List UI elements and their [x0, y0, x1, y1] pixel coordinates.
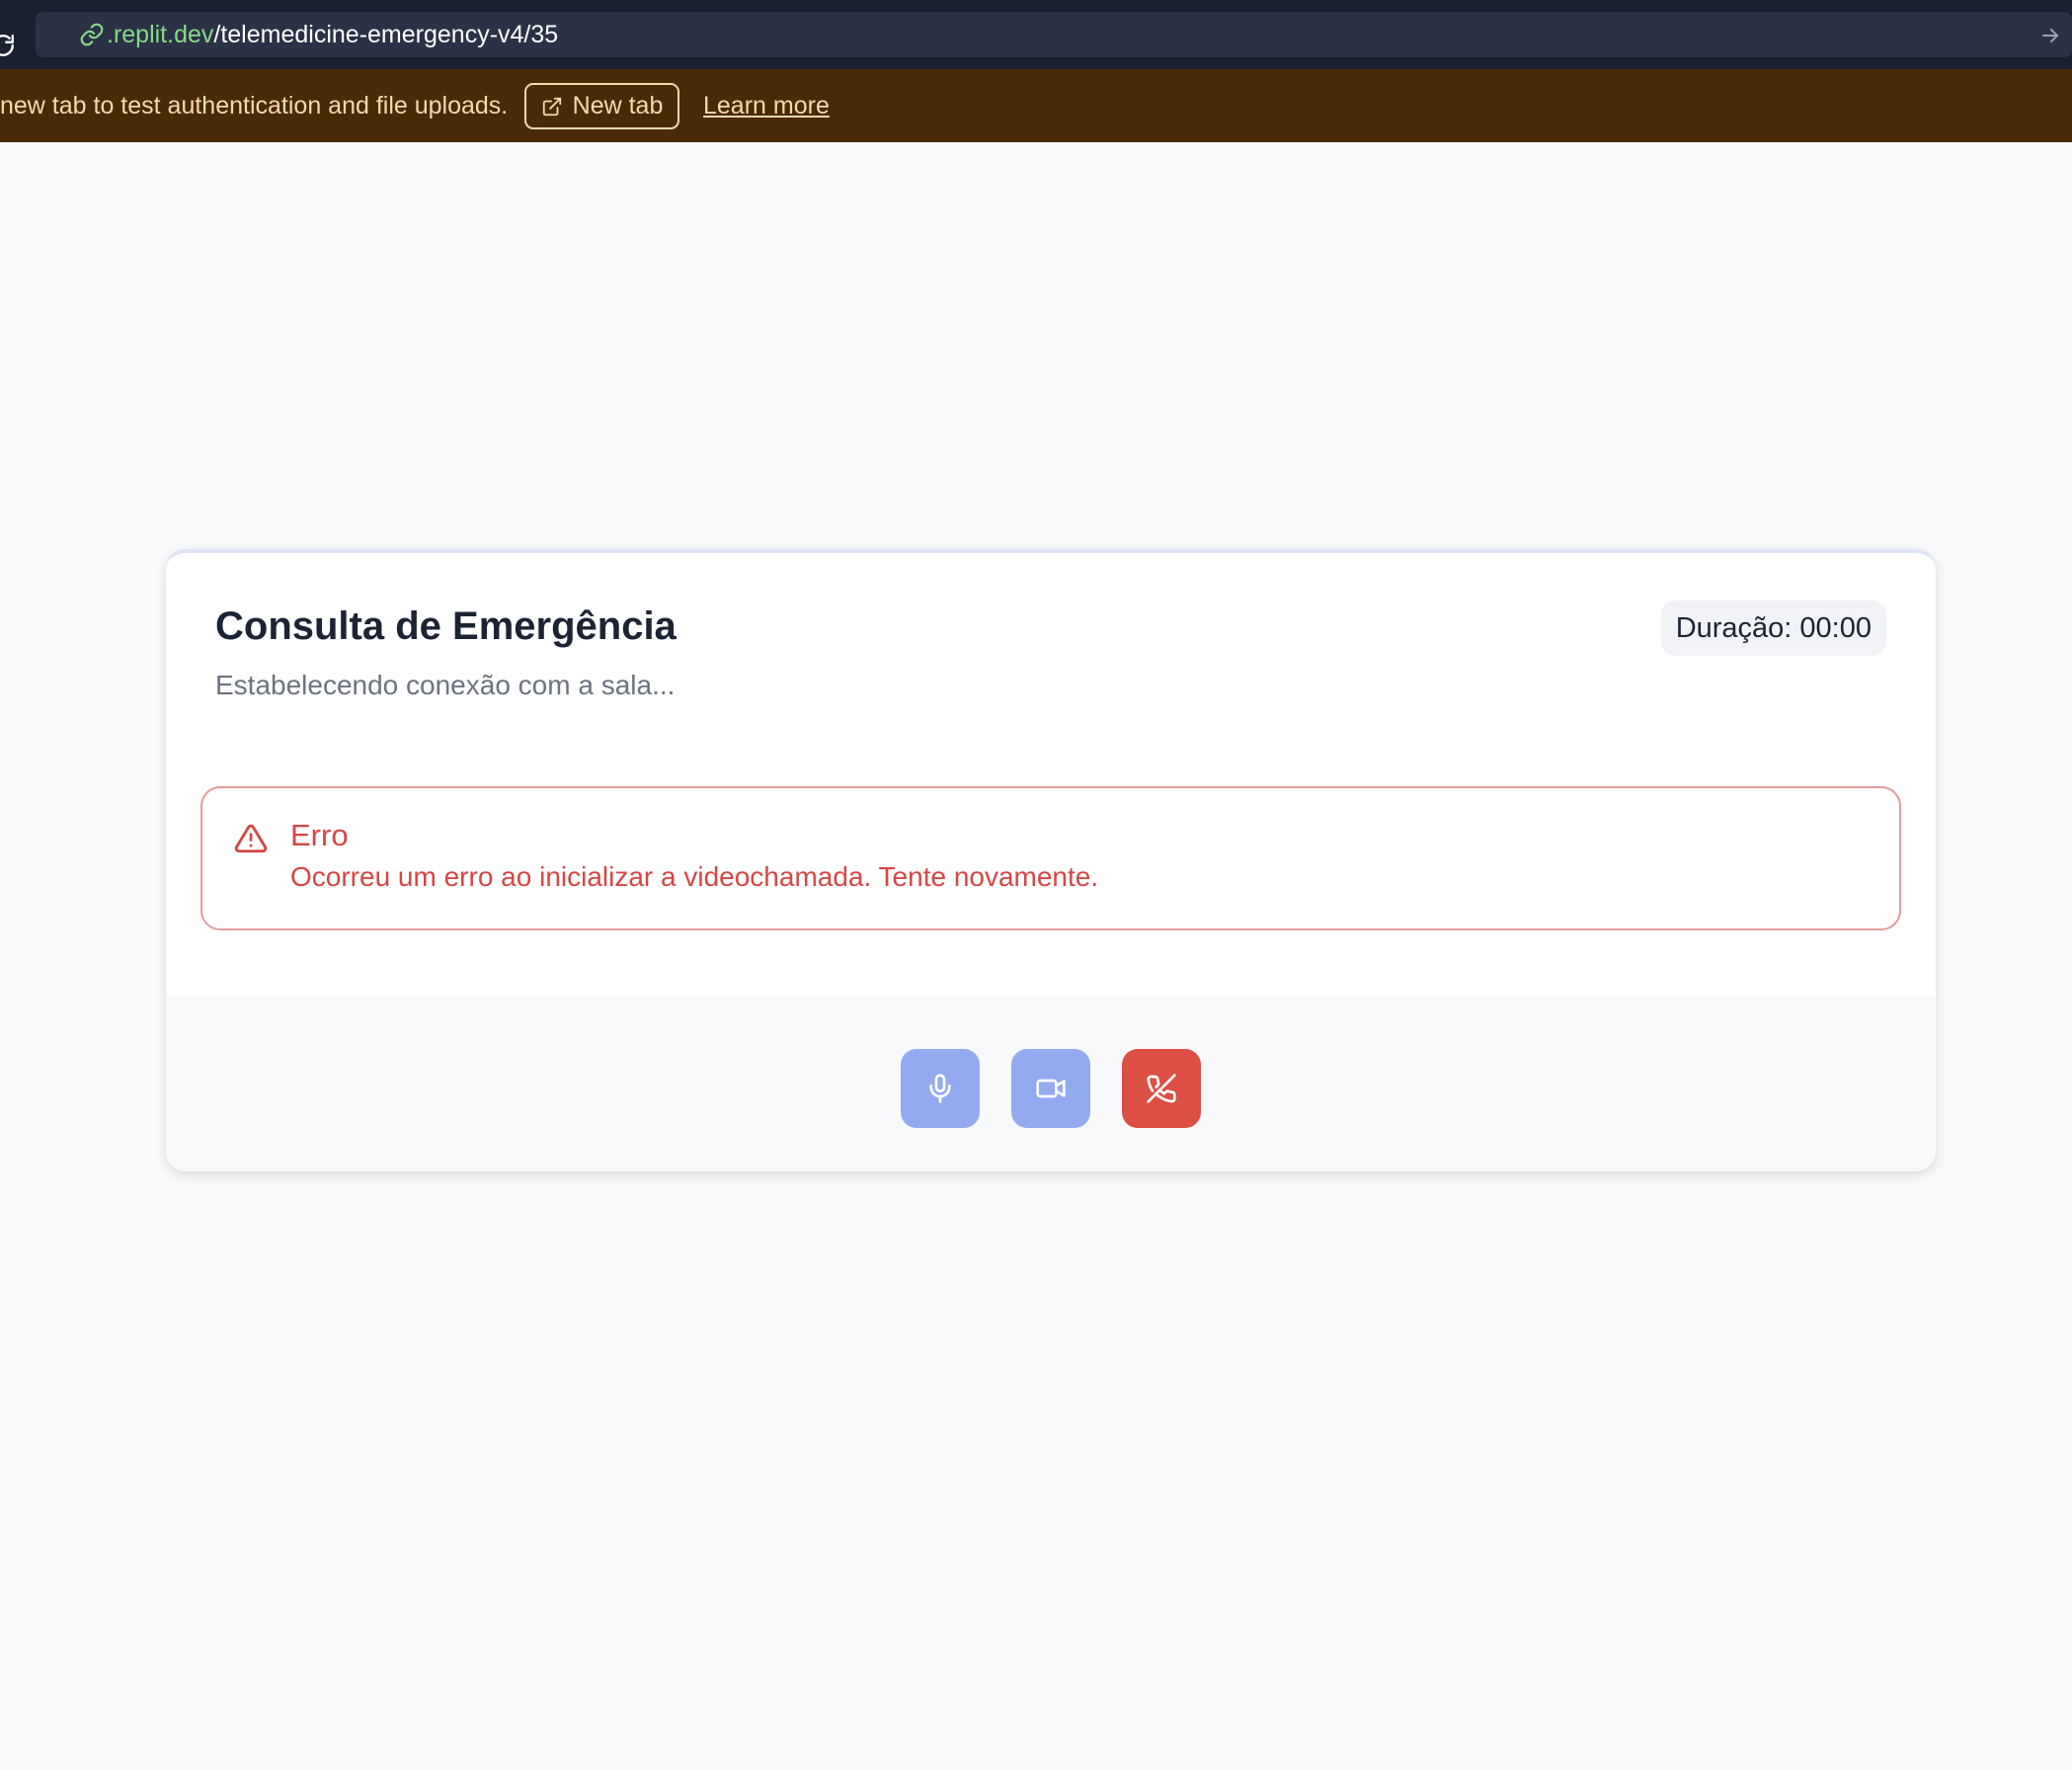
error-title: Erro [290, 818, 349, 852]
url-host: .replit.dev [107, 21, 214, 48]
microphone-icon [929, 1074, 951, 1103]
call-controls [166, 996, 1936, 1171]
camera-button[interactable] [1011, 1049, 1090, 1128]
phone-off-icon [1147, 1074, 1176, 1103]
reload-icon[interactable] [0, 33, 16, 58]
address-bar: .replit.dev/telemedicine-emergency-v4/35 [0, 12, 2072, 69]
dev-banner: new tab to test authentication and file … [0, 69, 2072, 142]
browser-top-strip [0, 0, 2072, 12]
call-card: Consulta de Emergência Estabelecendo con… [166, 549, 1936, 1171]
url-path: /telemedicine-emergency-v4/35 [213, 21, 559, 48]
microphone-button[interactable] [901, 1049, 980, 1128]
external-link-icon [542, 97, 561, 116]
video-camera-icon [1036, 1079, 1066, 1098]
error-message: Ocorreu um erro ao inicializar a videoch… [290, 861, 1099, 892]
end-call-button[interactable] [1122, 1049, 1201, 1128]
error-alert: Erro Ocorreu um erro ao inicializar a vi… [200, 786, 1901, 930]
arrow-right-icon[interactable] [2038, 24, 2062, 47]
banner-message: new tab to test authentication and file … [0, 92, 509, 120]
url-text: .replit.dev/telemedicine-emergency-v4/35 [107, 21, 558, 48]
learn-more-link[interactable]: Learn more [703, 91, 830, 121]
duration-badge: Duração: 00:00 [1660, 601, 1886, 656]
address-field[interactable]: .replit.dev/telemedicine-emergency-v4/35 [36, 12, 2072, 57]
connection-status: Estabelecendo conexão com a sala... [215, 670, 676, 700]
new-tab-label: New tab [572, 92, 664, 120]
warning-triangle-icon [234, 824, 268, 853]
page-title: Consulta de Emergência [215, 604, 677, 648]
link-icon [80, 23, 104, 46]
new-tab-button[interactable]: New tab [524, 83, 679, 129]
